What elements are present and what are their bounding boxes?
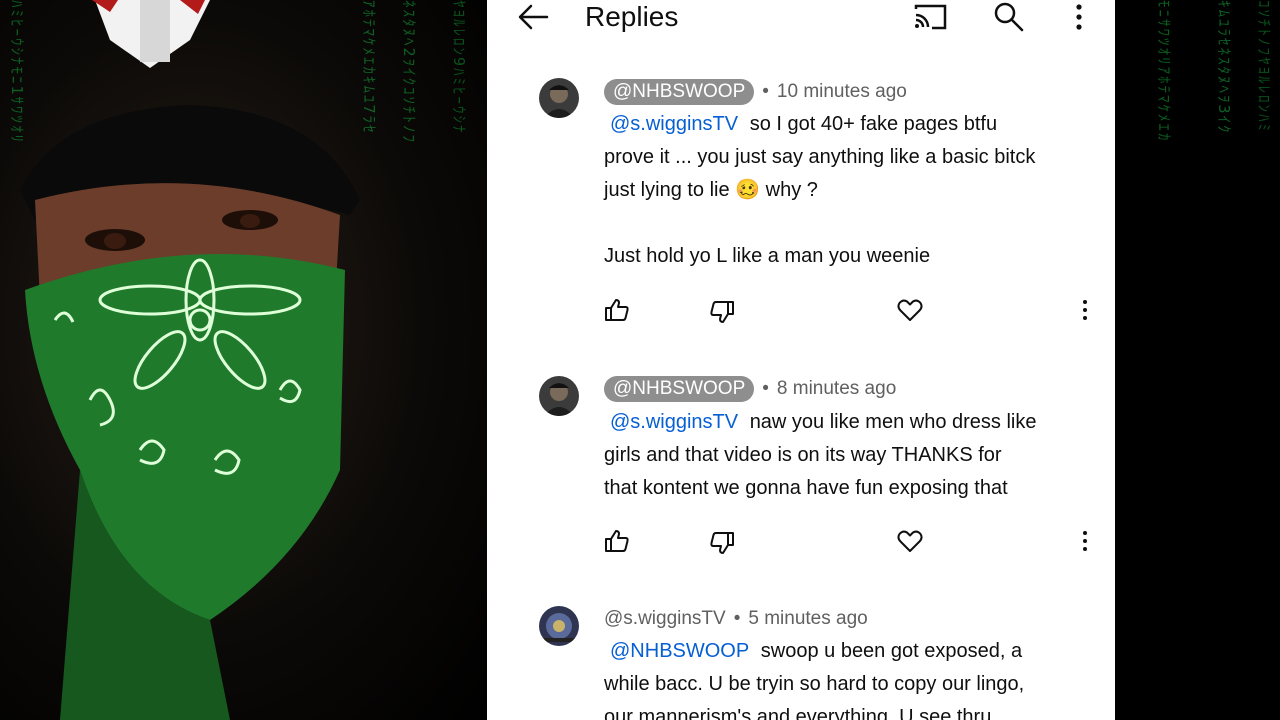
comment-more-icon[interactable] bbox=[1069, 294, 1101, 326]
heart-icon[interactable] bbox=[894, 294, 926, 326]
comment-text-line: prove it ... you just say anything like … bbox=[604, 146, 1036, 168]
comment-text-line: swoop u been got exposed, a bbox=[760, 640, 1023, 662]
masked-person-image bbox=[20, 0, 360, 720]
search-icon[interactable] bbox=[989, 0, 1029, 34]
comment-body: @NHBSWOOP swoop u been got exposed, a wh… bbox=[604, 635, 1099, 720]
avatar[interactable] bbox=[539, 376, 579, 416]
comment-author-handle[interactable]: @NHBSWOOP bbox=[604, 79, 755, 105]
like-icon[interactable] bbox=[601, 294, 633, 326]
top-app-bar: Replies bbox=[487, 0, 1115, 40]
replies-panel: Replies @NHBSWOOP • 10 minutes ago @s.wi… bbox=[487, 0, 1115, 720]
avatar[interactable] bbox=[539, 606, 579, 646]
comment-text-line: naw you like men who dress like bbox=[749, 411, 1037, 433]
comment-text-line: Just hold yo L like a man you weenie bbox=[604, 245, 931, 267]
comment-timestamp: 10 minutes ago bbox=[776, 81, 907, 102]
dislike-icon[interactable] bbox=[706, 527, 738, 559]
comment-meta: @NHBSWOOP • 10 minutes ago bbox=[604, 79, 907, 105]
comment-text-line: girls and that video is on its way THANK… bbox=[604, 444, 1002, 466]
comment-body: @s.wigginsTV so I got 40+ fake pages btf… bbox=[604, 108, 1099, 273]
avatar[interactable] bbox=[539, 78, 579, 118]
page-title: Replies bbox=[585, 1, 679, 32]
video-background-right: ﾓﾆｻﾜﾂｵﾘｱﾎﾃﾏｹﾒｴｶ ｷﾑﾕﾗｾﾈｽﾀﾇﾍｦ3ｲｸ ｺｿﾁﾄﾉﾌﾔﾖﾙ… bbox=[1115, 0, 1280, 720]
dislike-icon[interactable] bbox=[706, 296, 738, 328]
mention-link[interactable]: @s.wigginsTV bbox=[610, 113, 738, 135]
comment-timestamp: 5 minutes ago bbox=[748, 608, 868, 629]
heart-icon[interactable] bbox=[894, 525, 926, 557]
mention-link[interactable]: @NHBSWOOP bbox=[610, 640, 749, 662]
cast-icon[interactable] bbox=[910, 0, 950, 34]
back-arrow-icon[interactable] bbox=[513, 0, 553, 34]
comment-body: @s.wigginsTV naw you like men who dress … bbox=[604, 406, 1099, 505]
comment-actions bbox=[487, 525, 1115, 557]
like-icon[interactable] bbox=[601, 525, 633, 557]
comment-text-line: while bacc. U be tryin so hard to copy o… bbox=[604, 673, 1025, 695]
comment-author-handle[interactable]: @NHBSWOOP bbox=[604, 376, 755, 402]
comment-meta: @NHBSWOOP • 8 minutes ago bbox=[604, 376, 896, 402]
comment-author-handle[interactable]: @s.wigginsTV bbox=[604, 608, 726, 630]
separator-dot: • bbox=[762, 81, 769, 102]
comment-timestamp: 8 minutes ago bbox=[776, 378, 897, 399]
comment-meta: @s.wigginsTV • 5 minutes ago bbox=[604, 606, 868, 632]
more-options-icon[interactable] bbox=[1059, 0, 1099, 34]
matrix-rain-column: ﾓﾆｻﾜﾂｵﾘｱﾎﾃﾏｹﾒｴｶ bbox=[1155, 0, 1173, 143]
comment-text-line: that kontent we gonna have fun exposing … bbox=[604, 477, 1008, 499]
mention-link[interactable]: @s.wigginsTV bbox=[610, 411, 738, 433]
matrix-rain-column: ｷﾑﾕﾗｾﾈｽﾀﾇﾍｦ3ｲｸ bbox=[1215, 0, 1233, 135]
comment-text-line: just lying to lie 🥴 why ? bbox=[604, 179, 818, 201]
video-background-left: ﾊﾐﾋｰｳｼﾅﾓﾆ1ｻﾜﾂｵﾘ ｱﾎﾃﾏｹﾒｴｶｷﾑﾕ7ﾗｾ ﾈｽﾀﾇﾍ2ｦｲｸ… bbox=[0, 0, 487, 720]
comment-text-line bbox=[604, 207, 1099, 240]
separator-dot: • bbox=[733, 608, 741, 629]
comment-actions bbox=[487, 294, 1115, 326]
comment-text-line: so I got 40+ fake pages btfu bbox=[749, 113, 998, 135]
comment-text-line: our mannerism's and everything. U see th… bbox=[604, 706, 992, 720]
comment-more-icon[interactable] bbox=[1069, 525, 1101, 557]
matrix-rain-column: ｺｿﾁﾄﾉﾌﾔﾖﾙﾚﾛﾝﾊﾐ bbox=[1255, 0, 1273, 134]
separator-dot: • bbox=[762, 378, 769, 399]
